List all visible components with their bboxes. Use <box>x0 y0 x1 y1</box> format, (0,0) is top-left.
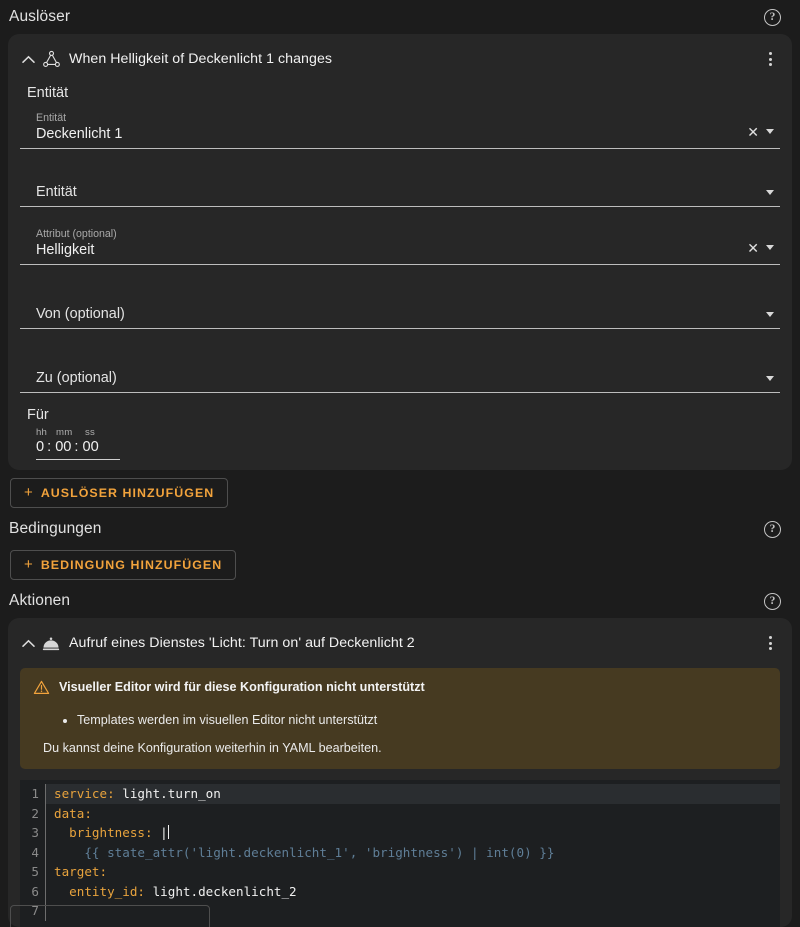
code-token <box>54 825 69 840</box>
code-token: data: <box>54 806 92 821</box>
page-title: Auslöser <box>9 8 70 26</box>
triggers-section-header: Auslöser ? <box>8 0 792 34</box>
to-field-placeholder: Zu (optional) <box>36 370 117 397</box>
duration-seconds-input[interactable]: 00 <box>82 438 98 456</box>
chevron-down-icon[interactable] <box>766 190 774 195</box>
chevron-down-icon[interactable] <box>766 312 774 317</box>
code-token: light.turn_on <box>115 786 221 801</box>
code-line: data: <box>54 804 780 824</box>
chevron-down-icon[interactable] <box>766 376 774 381</box>
code-token: service: <box>54 786 115 801</box>
line-number: 2 <box>20 804 39 824</box>
duration-unit-ss: ss <box>85 427 105 438</box>
conditions-section-header: Bedingungen ? <box>8 512 792 546</box>
editor-code-area[interactable]: service: light.turn_on data: brightness: … <box>46 784 780 921</box>
actions-title: Aktionen <box>9 592 70 610</box>
code-line: brightness: | <box>54 823 780 843</box>
actions-section-header: Aktionen ? <box>8 584 792 618</box>
unsupported-editor-warning: Visueller Editor wird für diese Konfigur… <box>20 668 780 769</box>
line-number: 5 <box>20 862 39 882</box>
add-condition-label: BEDINGUNG HINZUFÜGEN <box>41 558 222 572</box>
action-card: Aufruf eines Dienstes 'Licht: Turn on' a… <box>8 618 792 927</box>
line-number: 1 <box>20 784 39 804</box>
duration-separator-1: : <box>44 438 55 456</box>
chevron-up-icon[interactable] <box>18 639 38 648</box>
help-circle-icon[interactable]: ? <box>764 593 781 610</box>
duration-values: 0 : 00 : 00 <box>36 438 120 456</box>
entity-field-2[interactable]: Entität <box>20 161 780 207</box>
to-field[interactable]: Zu (optional) <box>20 341 780 393</box>
code-token: {{ state_attr('light.deckenlicht_1', 'br… <box>54 845 554 860</box>
dots-vertical-icon[interactable] <box>756 629 784 657</box>
code-token: entity_id: <box>69 884 145 899</box>
entity-field-1-label: Entität <box>36 112 747 124</box>
code-line: entity_id: light.deckenlicht_2 <box>54 882 780 902</box>
from-field[interactable]: Von (optional) <box>20 277 780 329</box>
trigger-card-title: When Helligkeit of Deckenlicht 1 changes <box>69 51 756 67</box>
clear-icon[interactable]: ✕ <box>747 241 759 255</box>
automation-editor: Auslöser ? When Helligkeit of Deckenlich… <box>0 0 800 927</box>
help-circle-icon[interactable]: ? <box>764 521 781 538</box>
attribute-field-label: Attribut (optional) <box>36 228 747 240</box>
attribute-field[interactable]: Attribut (optional) Helligkeit ✕ <box>20 219 780 265</box>
chevron-up-icon[interactable] <box>18 55 38 64</box>
duration-label: Für <box>27 407 780 423</box>
field-spacer <box>20 329 780 341</box>
code-token: light.deckenlicht_2 <box>145 884 297 899</box>
trigger-card-header[interactable]: When Helligkeit of Deckenlicht 1 changes <box>8 43 792 75</box>
entity-field-2-placeholder: Entität <box>36 184 77 211</box>
trigger-card-body: Entität Entität Deckenlicht 1 ✕ Entität <box>8 85 792 470</box>
line-number: 4 <box>20 843 39 863</box>
plus-icon: + <box>24 486 34 500</box>
field-spacer <box>20 149 780 161</box>
field-spacer <box>20 207 780 219</box>
clear-icon[interactable]: ✕ <box>747 125 759 139</box>
add-trigger-label: AUSLÖSER HINZUFÜGEN <box>41 486 214 500</box>
field-spacer <box>20 265 780 277</box>
chevron-down-icon[interactable] <box>766 129 774 134</box>
entity-field-1[interactable]: Entität Deckenlicht 1 ✕ <box>20 103 780 149</box>
code-line: service: light.turn_on <box>46 784 780 804</box>
duration-picker[interactable]: hh mm ss 0 : 00 : 00 <box>36 427 120 460</box>
trigger-card: When Helligkeit of Deckenlicht 1 changes… <box>8 34 792 470</box>
duration-hours-input[interactable]: 0 <box>36 438 44 456</box>
plus-icon: + <box>24 558 34 572</box>
line-number: 3 <box>20 823 39 843</box>
code-token: target: <box>54 864 107 879</box>
help-circle-icon[interactable]: ? <box>764 9 781 26</box>
code-token <box>54 884 69 899</box>
editor-line-numbers: 1234567 <box>20 784 46 921</box>
add-trigger-button[interactable]: + AUSLÖSER HINZUFÜGEN <box>10 478 228 508</box>
duration-units: hh mm ss <box>36 427 120 438</box>
warning-title: Visueller Editor wird für diese Konfigur… <box>59 679 425 695</box>
service-bell-icon <box>38 633 64 653</box>
code-line: target: <box>54 862 780 882</box>
chevron-down-icon[interactable] <box>766 245 774 250</box>
line-number: 6 <box>20 882 39 902</box>
code-line: {{ state_attr('light.deckenlicht_1', 'br… <box>54 843 780 863</box>
list-item: Templates werden im visuellen Editor nic… <box>77 712 767 728</box>
attribute-field-value: Helligkeit <box>36 242 94 258</box>
warning-footer: Du kannst deine Konfiguration weiterhin … <box>43 740 767 756</box>
conditions-title: Bedingungen <box>9 520 101 538</box>
code-token: brightness: <box>69 825 152 840</box>
action-card-title: Aufruf eines Dienstes 'Licht: Turn on' a… <box>69 635 756 651</box>
from-field-placeholder: Von (optional) <box>36 306 125 333</box>
entity-group-label: Entität <box>27 85 780 101</box>
add-condition-button[interactable]: + BEDINGUNG HINZUFÜGEN <box>10 550 236 580</box>
dots-vertical-icon[interactable] <box>756 45 784 73</box>
entity-field-1-value: Deckenlicht 1 <box>36 126 122 142</box>
duration-minutes-input[interactable]: 00 <box>55 438 71 456</box>
duration-unit-mm: mm <box>56 427 85 438</box>
transit-connection-icon <box>38 50 64 69</box>
duration-unit-hh: hh <box>36 427 56 438</box>
alert-triangle-icon <box>33 679 50 701</box>
code-token: | <box>153 825 168 840</box>
text-cursor <box>168 825 169 839</box>
warning-bullet-list: Templates werden im visuellen Editor nic… <box>33 712 767 728</box>
duration-separator-2: : <box>71 438 82 456</box>
add-action-button[interactable] <box>10 905 210 927</box>
action-card-header[interactable]: Aufruf eines Dienstes 'Licht: Turn on' a… <box>8 627 792 659</box>
